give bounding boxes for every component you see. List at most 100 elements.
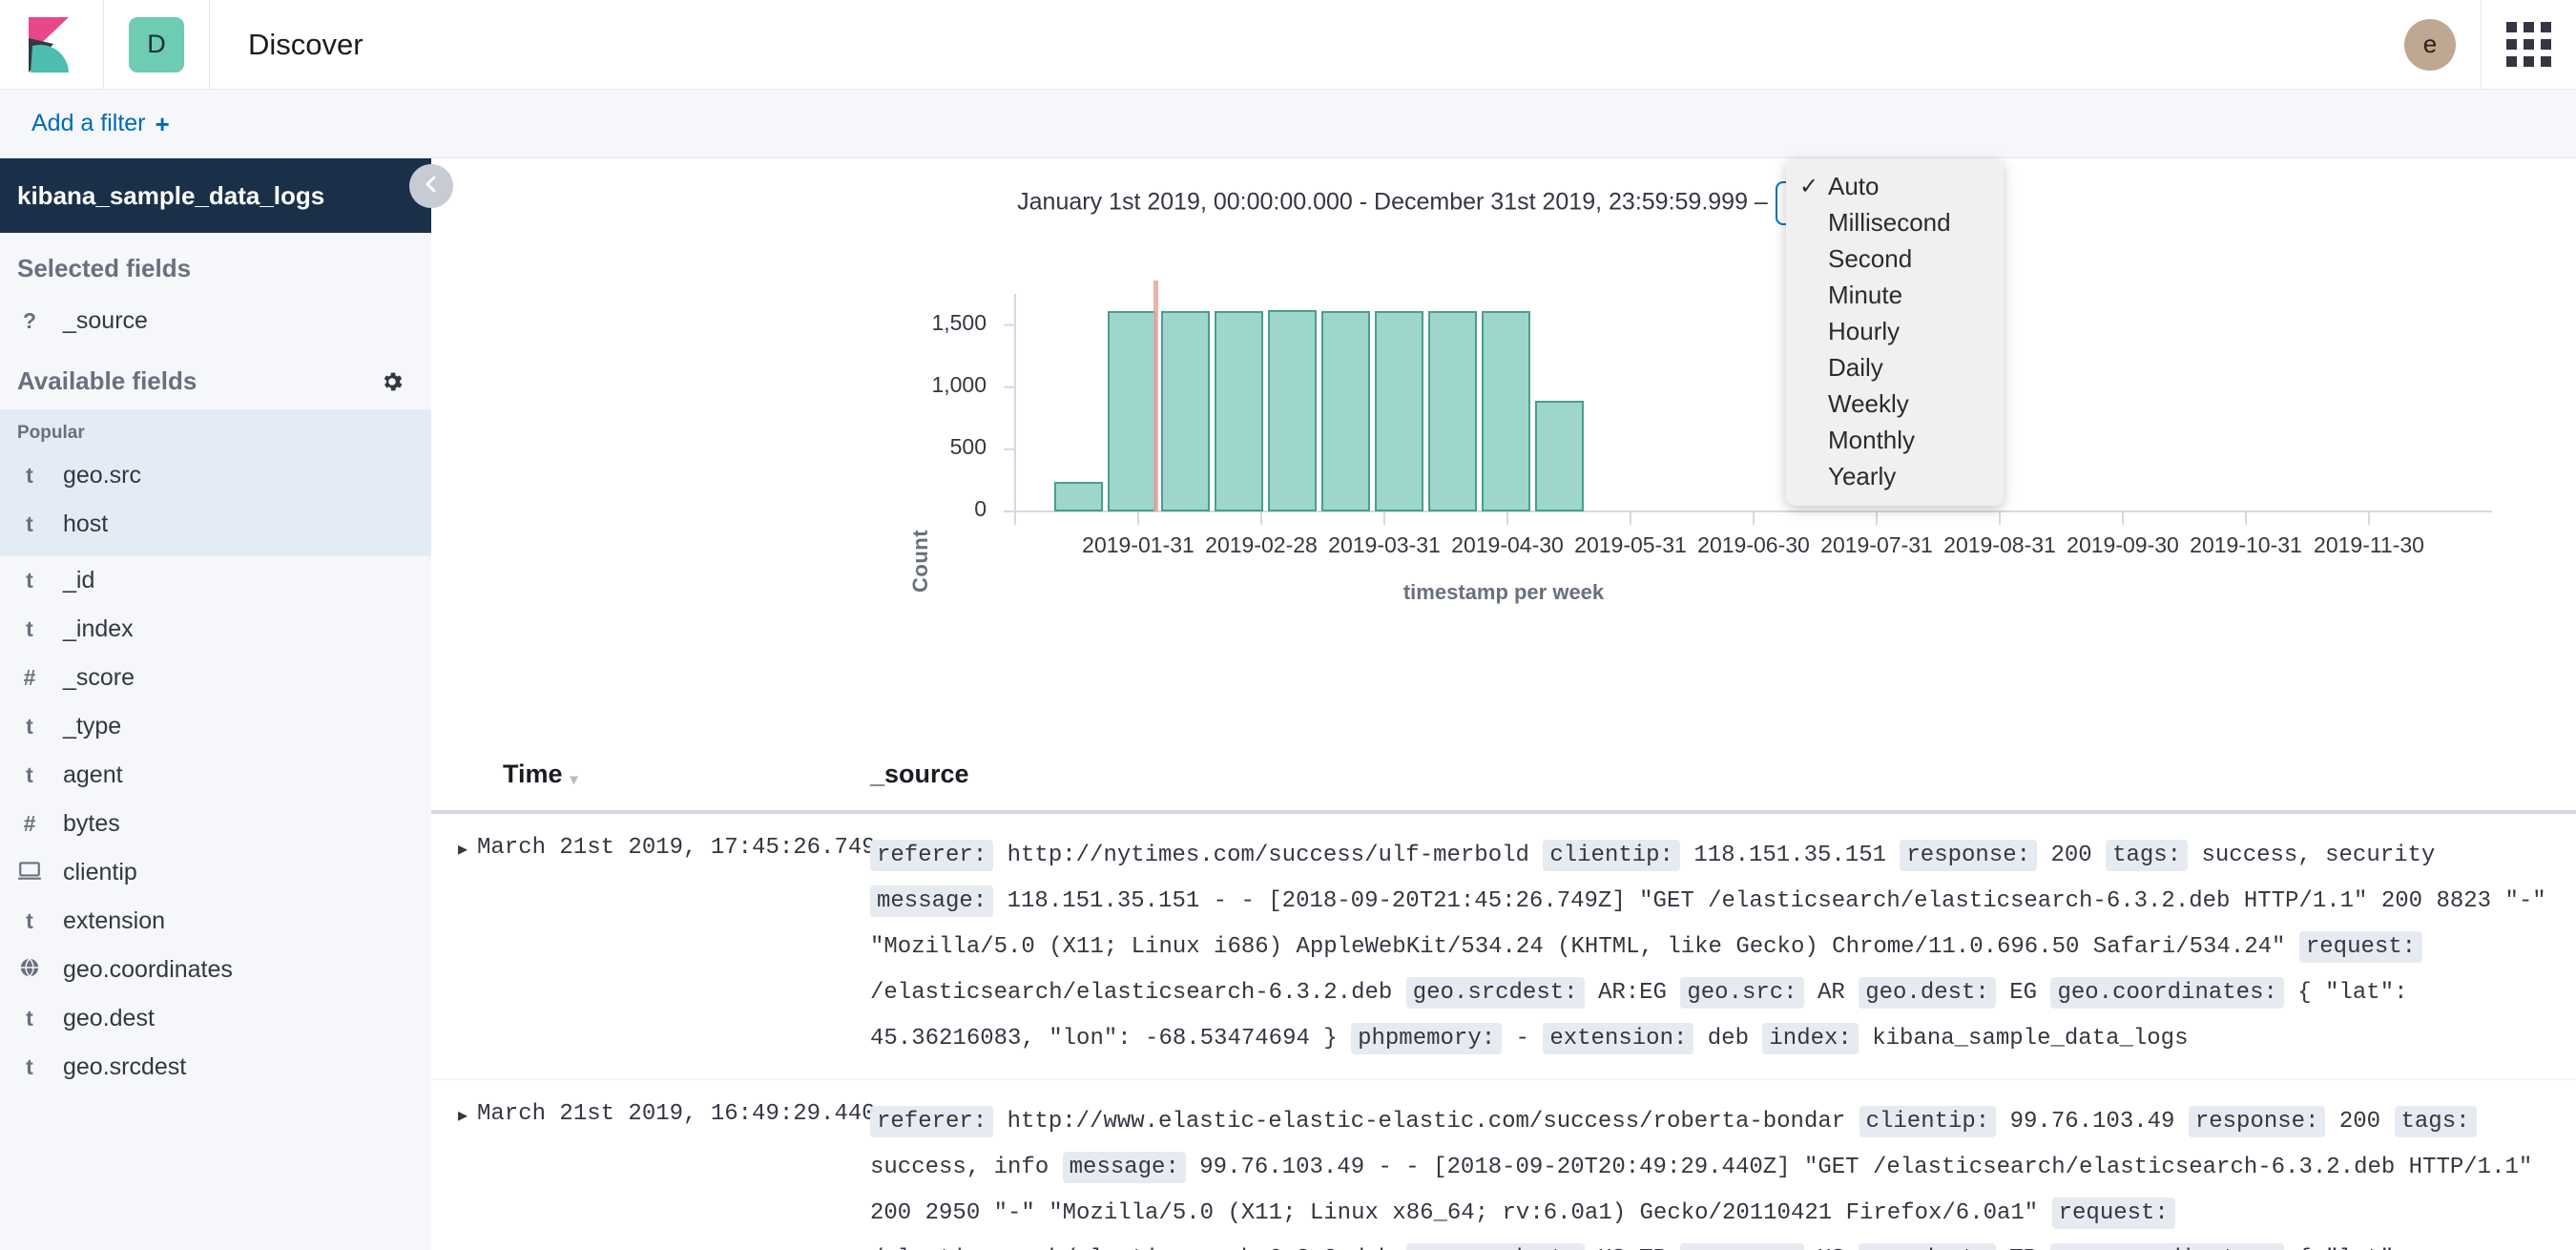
column-header-source-label: _source xyxy=(870,760,969,788)
plus-icon: + xyxy=(156,112,170,136)
chevron-left-icon xyxy=(420,173,443,200)
source-field-value: AR:EG xyxy=(1598,980,1667,1006)
field-item-geo-srcdest[interactable]: t geo.srcdest xyxy=(0,1043,431,1092)
field-item--source[interactable]: ?_source xyxy=(0,297,431,345)
available-fields-list: t_idt_index#_scoret_typetagent#bytesclie… xyxy=(0,556,431,1092)
column-header-source[interactable]: _source xyxy=(870,760,969,789)
kibana-home-link[interactable] xyxy=(0,0,104,89)
row-time: March 21st 2019, 17:45:26.749 xyxy=(477,833,870,1062)
string-field-icon: t xyxy=(17,762,42,788)
column-header-time[interactable]: Time ▾ xyxy=(431,760,870,789)
field-item-extension[interactable]: textension xyxy=(0,897,431,946)
source-field-key: message: xyxy=(870,885,993,917)
table-row[interactable]: ▸March 21st 2019, 17:45:26.749referer: h… xyxy=(431,814,2576,1080)
field-name: geo.coordinates xyxy=(63,956,233,984)
field-item-agent[interactable]: tagent xyxy=(0,751,431,800)
x-tick-label: 2019-02-28 xyxy=(1205,532,1318,558)
field-item-geo-coordinates[interactable]: geo.coordinates xyxy=(0,946,431,994)
add-filter-button[interactable]: Add a filter + xyxy=(31,110,170,137)
nav-right-group: e xyxy=(2379,0,2576,89)
source-field-value: 118.151.35.151 xyxy=(1693,843,1886,868)
field-item--type[interactable]: t_type xyxy=(0,702,431,751)
app-badge[interactable]: D xyxy=(104,0,210,89)
interval-option-weekly[interactable]: Weekly xyxy=(1786,385,2004,422)
source-field-value: 99.76.103.49 xyxy=(2010,1109,2175,1135)
source-field-key: referer: xyxy=(870,1106,993,1137)
string-field-icon: t xyxy=(17,1054,42,1080)
popular-fields-list: tgeo.srcthost xyxy=(0,451,431,549)
source-field-value: US:TR xyxy=(1598,1246,1667,1250)
interval-option-label: Weekly xyxy=(1828,389,1909,419)
interval-option-daily[interactable]: Daily xyxy=(1786,349,2004,385)
source-field-value: deb xyxy=(1708,1026,1749,1052)
interval-option-second[interactable]: Second xyxy=(1786,240,2004,277)
page-title: Discover xyxy=(210,0,2379,89)
interval-option-label: Minute xyxy=(1828,281,1902,310)
selected-fields-list: ?_source xyxy=(0,297,431,345)
source-field-key: geo.dest: xyxy=(1859,1243,1996,1250)
source-field-key: phpmemory: xyxy=(1351,1023,1502,1054)
field-name: agent xyxy=(63,761,123,789)
interval-option-millisecond[interactable]: Millisecond xyxy=(1786,204,2004,240)
interval-option-minute[interactable]: Minute xyxy=(1786,277,2004,313)
apps-menu-button[interactable] xyxy=(2482,0,2576,89)
source-field-key: clientip: xyxy=(1543,840,1680,871)
interval-option-label: Yearly xyxy=(1828,462,1896,491)
field-name: bytes xyxy=(63,810,120,838)
y-tick-label: 0 xyxy=(872,496,987,522)
interval-option-monthly[interactable]: Monthly xyxy=(1786,422,2004,458)
source-field-key: response: xyxy=(2189,1106,2326,1137)
source-field-key: request: xyxy=(2299,931,2422,963)
source-field-value: EG xyxy=(2009,980,2037,1006)
source-field-value: 200 xyxy=(2339,1109,2380,1135)
discover-main: January 1st 2019, 00:00:00.000 - Decembe… xyxy=(431,158,2576,1250)
gear-icon[interactable] xyxy=(380,369,405,394)
field-name: _index xyxy=(63,615,134,643)
time-range-label: January 1st 2019, 00:00:00.000 - Decembe… xyxy=(1017,189,1768,216)
interval-option-yearly[interactable]: Yearly xyxy=(1786,458,2004,494)
chart-bar xyxy=(1375,311,1423,511)
chart-bar xyxy=(1108,311,1156,511)
top-navigation-bar: D Discover e xyxy=(0,0,2576,90)
interval-option-hourly[interactable]: Hourly xyxy=(1786,313,2004,349)
collapse-sidebar-button[interactable] xyxy=(409,164,453,208)
chart-bar xyxy=(1482,311,1530,511)
source-field-key: message: xyxy=(1063,1152,1186,1183)
index-pattern-selector[interactable]: kibana_sample_data_logs xyxy=(0,158,431,233)
expand-row-button[interactable]: ▸ xyxy=(431,833,477,1062)
source-field-value: http://nytimes.com/success/ulf-merbold xyxy=(1008,843,1529,868)
chart-bar xyxy=(1054,482,1103,511)
field-item-bytes[interactable]: #bytes xyxy=(0,800,431,848)
user-menu-button[interactable]: e xyxy=(2379,0,2482,89)
field-item--index[interactable]: t_index xyxy=(0,605,431,654)
string-field-icon: ? xyxy=(17,308,42,334)
field-item-host[interactable]: thost xyxy=(0,500,431,549)
source-field-key: extension: xyxy=(1543,1023,1693,1054)
row-source: referer: http://nytimes.com/success/ulf-… xyxy=(870,833,2576,1062)
row-time: March 21st 2019, 16:49:29.440 xyxy=(477,1099,870,1250)
source-field-value: kibana_sample_data_logs xyxy=(1872,1026,2188,1052)
field-item--id[interactable]: t_id xyxy=(0,556,431,605)
field-item-geo-dest[interactable]: tgeo.dest xyxy=(0,994,431,1043)
apps-grid-icon xyxy=(2506,22,2551,67)
field-name: _score xyxy=(63,664,135,692)
field-item--score[interactable]: #_score xyxy=(0,654,431,702)
x-tick-label: 2019-06-30 xyxy=(1697,532,1810,558)
chart-bar xyxy=(1215,311,1263,511)
expand-row-button[interactable]: ▸ xyxy=(431,1099,477,1250)
interval-option-label: Daily xyxy=(1828,353,1883,383)
x-tick-label: 2019-10-31 xyxy=(2190,532,2302,558)
field-item-clientip[interactable]: clientip xyxy=(0,848,431,897)
source-field-value: /elasticsearch/elasticsearch-6.3.2.deb xyxy=(870,980,1392,1006)
chart-bar xyxy=(1321,311,1370,511)
source-field-value: http://www.elastic-elastic-elastic.com/s… xyxy=(1008,1109,1846,1135)
y-tick-label: 1,000 xyxy=(872,372,987,398)
field-name: geo.srcdest xyxy=(63,1053,186,1081)
index-pattern-name: kibana_sample_data_logs xyxy=(17,181,324,211)
field-item-geo-src[interactable]: tgeo.src xyxy=(0,451,431,500)
interval-option-label: Auto xyxy=(1828,172,1880,201)
source-field-key: geo.srcdest: xyxy=(1406,1243,1585,1250)
interval-option-auto[interactable]: ✓Auto xyxy=(1786,168,2004,204)
sort-desc-icon: ▾ xyxy=(571,770,578,789)
table-row[interactable]: ▸March 21st 2019, 16:49:29.440referer: h… xyxy=(431,1080,2576,1250)
